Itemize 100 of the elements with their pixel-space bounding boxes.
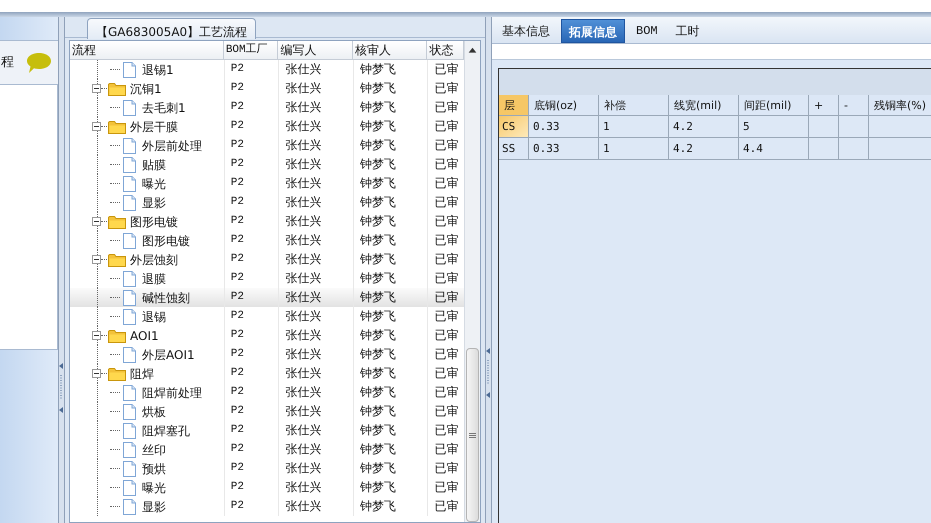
table-cell: 钟梦飞 xyxy=(352,345,428,364)
column-header[interactable]: 流程 xyxy=(70,41,224,59)
table-cell: P2 xyxy=(224,155,278,174)
table-cell: 张仕兴 xyxy=(278,345,353,364)
table-cell: 张仕兴 xyxy=(278,459,353,478)
document-icon xyxy=(123,404,136,420)
folder-icon xyxy=(108,82,126,96)
folder-icon xyxy=(108,328,126,342)
document-icon xyxy=(123,138,136,154)
table-cell: 张仕兴 xyxy=(278,364,353,383)
table-cell: P2 xyxy=(224,402,278,421)
table-cell: 张仕兴 xyxy=(278,307,353,326)
table-cell: P2 xyxy=(224,326,278,345)
table-cell: P2 xyxy=(224,79,278,98)
tree-item-label: 阻焊 xyxy=(130,366,154,382)
tree-row[interactable]: 去毛刺1 P2 张仕兴 钟梦飞 已审 xyxy=(70,98,464,117)
collapse-toggle[interactable] xyxy=(92,217,101,226)
tree-row[interactable]: 沉铜1 P2 张仕兴 钟梦飞 已审 xyxy=(70,79,464,98)
document-icon xyxy=(123,194,136,210)
table-cell: 钟梦飞 xyxy=(352,136,428,155)
table-cell: P2 xyxy=(224,250,278,269)
column-header[interactable]: 层 xyxy=(499,95,529,115)
tree-row[interactable]: 退锡 P2 张仕兴 钟梦飞 已审 xyxy=(70,307,464,326)
panel-title: 程 xyxy=(1,54,14,72)
collapse-toggle[interactable] xyxy=(92,84,101,93)
tree-row[interactable]: 显影 P2 张仕兴 钟梦飞 已审 xyxy=(70,193,464,212)
tab[interactable]: 工时 xyxy=(668,19,707,43)
collapse-toggle[interactable] xyxy=(92,255,101,264)
tree-row[interactable]: 阻焊 P2 张仕兴 钟梦飞 已审 xyxy=(70,364,464,383)
splitter-grip-icon[interactable] xyxy=(486,348,491,398)
tree-row[interactable]: 外层蚀刻 P2 张仕兴 钟梦飞 已审 xyxy=(70,250,464,269)
table-cell: 4.2 xyxy=(669,138,739,159)
tree-item-label: 图形电镀 xyxy=(142,232,190,250)
tree-row[interactable]: 烘板 P2 张仕兴 钟梦飞 已审 xyxy=(70,402,464,421)
table-cell: P2 xyxy=(224,440,278,459)
table-cell: 钟梦飞 xyxy=(352,231,428,250)
collapse-toggle[interactable] xyxy=(92,122,101,131)
tree-row[interactable]: 阻焊前处理 P2 张仕兴 钟梦飞 已审 xyxy=(70,383,464,402)
tree-item-label: 丝印 xyxy=(142,442,166,458)
row-header[interactable]: CS xyxy=(499,116,529,137)
table-cell: 张仕兴 xyxy=(278,440,353,459)
tree-row[interactable]: 显影 P2 张仕兴 钟梦飞 已审 xyxy=(70,497,464,516)
tree-item-label: 去毛刺1 xyxy=(142,100,186,116)
tree-row[interactable]: 贴膜 P2 张仕兴 钟梦飞 已审 xyxy=(70,155,464,174)
document-icon xyxy=(123,346,136,362)
folder-icon xyxy=(108,366,126,380)
tree-row[interactable]: 外层AOI1 P2 张仕兴 钟梦飞 已审 xyxy=(70,345,464,364)
tab[interactable]: 拓展信息 xyxy=(561,19,625,43)
table-cell: 张仕兴 xyxy=(278,288,353,307)
table-cell: 钟梦飞 xyxy=(352,155,428,174)
table-cell: 张仕兴 xyxy=(278,383,353,402)
tree-row[interactable]: AOI1 P2 张仕兴 钟梦飞 已审 xyxy=(70,326,464,345)
document-icon xyxy=(123,308,136,324)
table-cell: 张仕兴 xyxy=(278,98,353,117)
table-cell: P2 xyxy=(224,478,278,497)
tree-item-label: 碱性蚀刻 xyxy=(142,290,190,306)
tree-row[interactable]: 碱性蚀刻 P2 张仕兴 钟梦飞 已审 xyxy=(70,288,464,307)
scrollbar[interactable] xyxy=(464,41,480,522)
table-cell: P2 xyxy=(224,136,278,155)
table-cell: 钟梦飞 xyxy=(352,326,428,345)
table-cell: 钟梦飞 xyxy=(352,383,428,402)
table-cell: 钟梦飞 xyxy=(352,174,428,193)
tree-item-label: AOI1 xyxy=(130,328,159,344)
column-header[interactable]: 核审人 xyxy=(352,41,428,59)
table-cell: 钟梦飞 xyxy=(352,212,428,231)
tree-row[interactable]: 外层干膜 P2 张仕兴 钟梦飞 已审 xyxy=(70,117,464,136)
table-cell: 张仕兴 xyxy=(278,136,353,155)
splitter-grip-icon[interactable] xyxy=(59,363,64,413)
document-icon xyxy=(123,442,136,458)
column-header[interactable]: 编写人 xyxy=(278,41,353,59)
tab[interactable]: BOM xyxy=(629,19,665,43)
scrollbar-thumb[interactable] xyxy=(466,348,479,522)
tab[interactable]: 基本信息 xyxy=(495,19,557,43)
speech-bubble-icon xyxy=(26,52,52,74)
tree-row[interactable]: 曝光 P2 张仕兴 钟梦飞 已审 xyxy=(70,478,464,497)
tree-row[interactable]: 曝光 P2 张仕兴 钟梦飞 已审 xyxy=(70,174,464,193)
collapse-toggle[interactable] xyxy=(92,369,101,378)
table-cell: P2 xyxy=(224,117,278,136)
tree-row[interactable]: 外层前处理 P2 张仕兴 钟梦飞 已审 xyxy=(70,136,464,155)
table-cell: 钟梦飞 xyxy=(352,117,428,136)
tree-row[interactable]: 退锡1 P2 张仕兴 钟梦飞 已审 xyxy=(70,60,464,79)
table-cell: P2 xyxy=(224,307,278,326)
tree-row[interactable]: 预烘 P2 张仕兴 钟梦飞 已审 xyxy=(70,459,464,478)
tree-row[interactable]: 丝印 P2 张仕兴 钟梦飞 已审 xyxy=(70,440,464,459)
tree-row[interactable]: 图形电镀 P2 张仕兴 钟梦飞 已审 xyxy=(70,212,464,231)
collapse-toggle[interactable] xyxy=(92,331,101,340)
tree-row[interactable]: 图形电镀 P2 张仕兴 钟梦飞 已审 xyxy=(70,231,464,250)
document-icon xyxy=(123,422,136,438)
tree-item-label: 外层AOI1 xyxy=(142,346,195,364)
tree-item-label: 外层前处理 xyxy=(142,138,202,154)
table-cell: 张仕兴 xyxy=(278,497,353,516)
document-icon xyxy=(123,156,136,172)
document-icon xyxy=(123,176,136,192)
folder-icon xyxy=(108,252,126,266)
table-cell: 钟梦飞 xyxy=(352,288,428,307)
document-icon xyxy=(123,62,136,78)
tree-row[interactable]: 阻焊塞孔 P2 张仕兴 钟梦飞 已审 xyxy=(70,421,464,440)
tree-item-label: 外层蚀刻 xyxy=(130,252,178,268)
table-cell: 钟梦飞 xyxy=(352,459,428,478)
column-header[interactable]: BOM工厂 xyxy=(224,41,278,59)
